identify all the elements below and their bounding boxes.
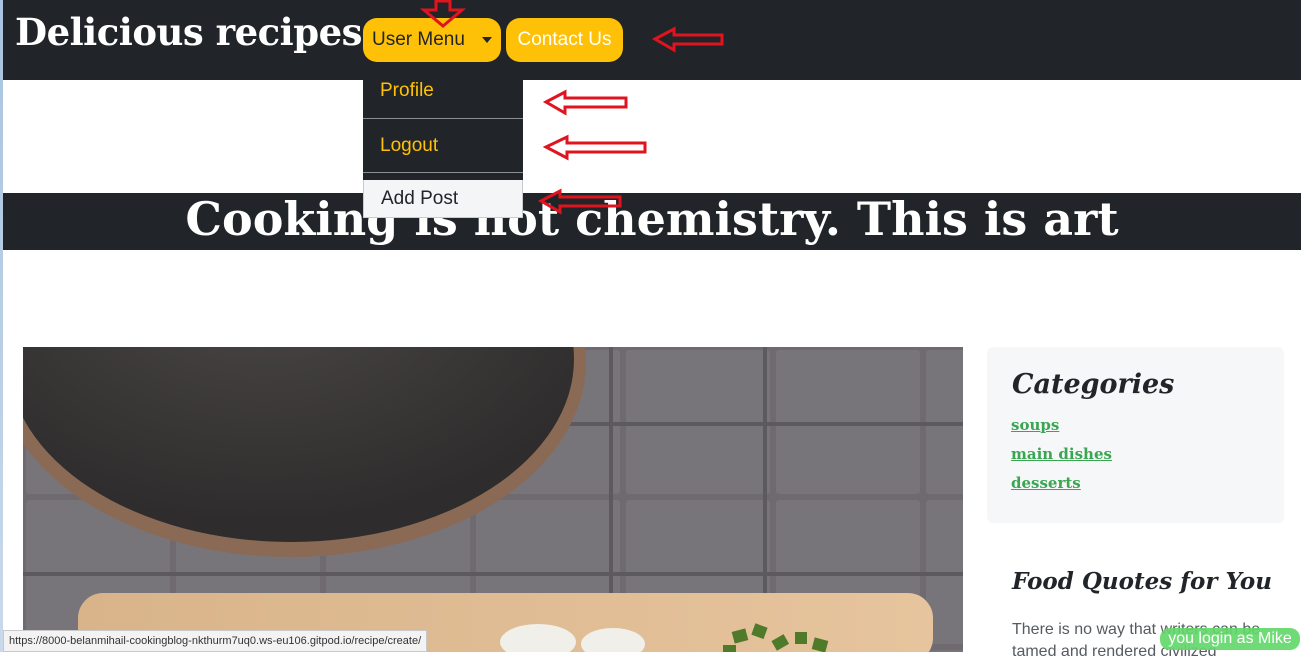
dropdown-item-logout[interactable]: Logout (363, 119, 523, 172)
window-edge (0, 0, 3, 652)
status-bar-url: https://8000-belanmihail-cookingblog-nkt… (3, 630, 428, 652)
categories-card: Categories soups main dishes desserts (987, 347, 1284, 523)
red-arrow-annotation (543, 134, 647, 161)
caret-down-icon (482, 37, 492, 43)
category-link-soups[interactable]: soups (1011, 416, 1059, 434)
hero-banner: Cooking is not chemistry. This is art (3, 193, 1301, 250)
recipe-hero-image (23, 347, 963, 652)
dropdown-spacer (363, 173, 523, 180)
red-arrow-annotation (420, 0, 467, 28)
user-menu-label: User Menu (372, 29, 465, 50)
contact-us-button[interactable]: Contact Us (506, 18, 623, 62)
category-link-main-dishes[interactable]: main dishes (1011, 445, 1112, 463)
red-arrow-annotation (538, 188, 622, 215)
red-arrow-annotation (652, 26, 724, 53)
food-quotes-title: Food Quotes for You (1012, 568, 1272, 595)
dropdown-item-add-post[interactable]: Add Post (363, 180, 523, 218)
categories-title: Categories (1012, 369, 1175, 400)
red-arrow-annotation (543, 89, 628, 116)
login-status-badge: you login as Mike (1160, 628, 1300, 650)
banner-heading: Cooking is not chemistry. This is art (185, 193, 1119, 246)
category-link-desserts[interactable]: desserts (1011, 474, 1081, 492)
brand-logo-text[interactable]: Delicious recipes (15, 10, 362, 54)
user-menu-dropdown: Profile Logout Add Post (363, 80, 523, 218)
dropdown-item-profile[interactable]: Profile (363, 80, 523, 118)
